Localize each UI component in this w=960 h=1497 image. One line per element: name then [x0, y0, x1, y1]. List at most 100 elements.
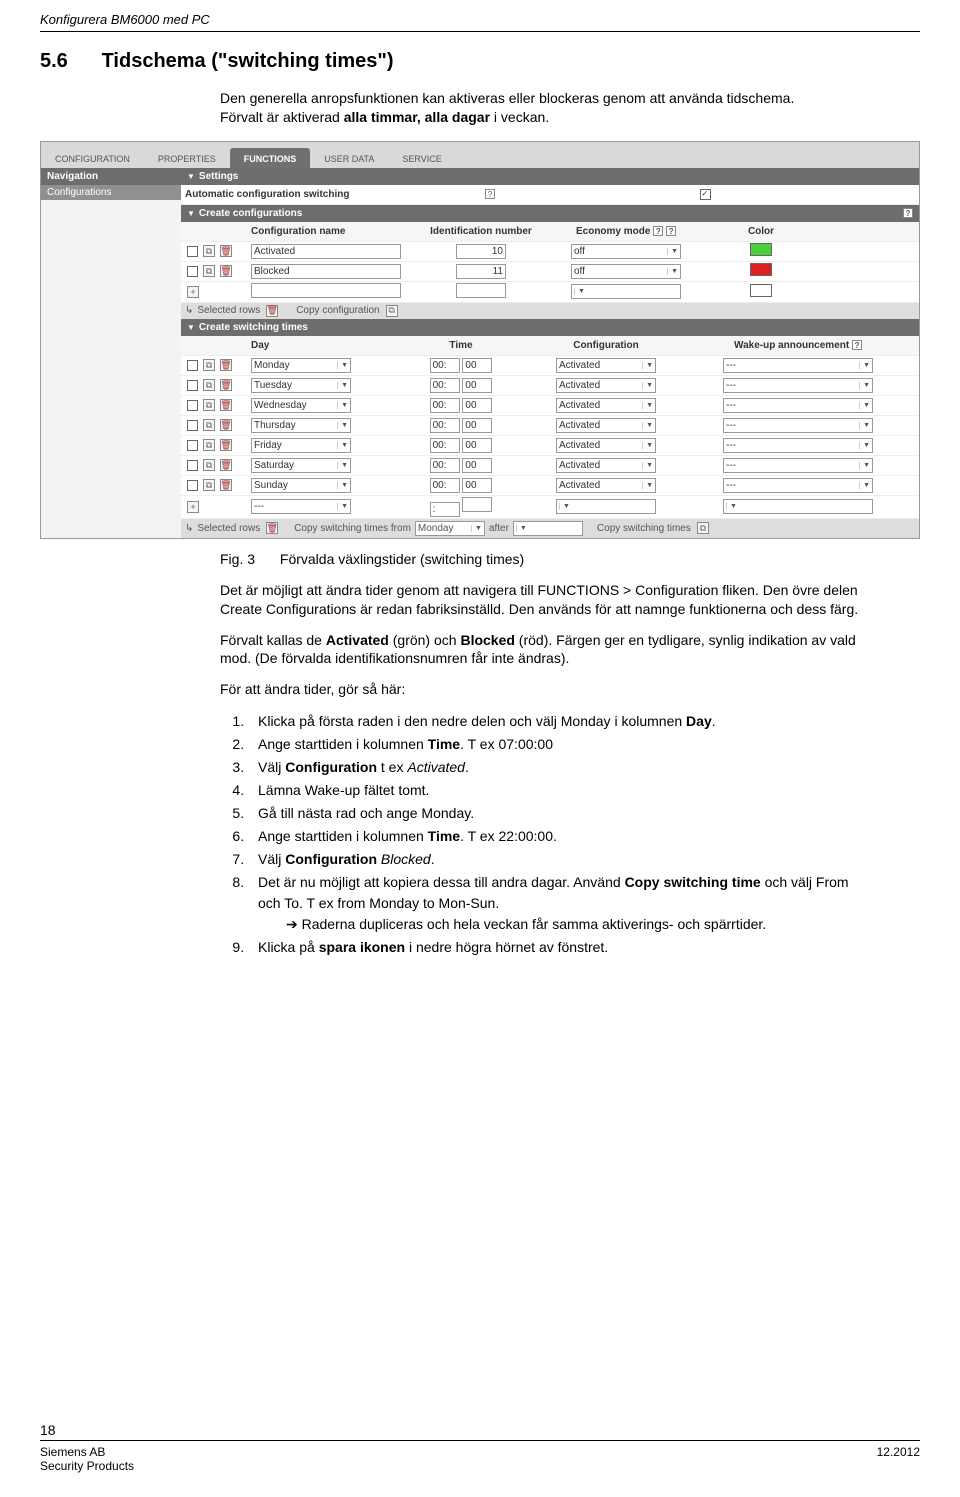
config-name-input[interactable]: Activated [251, 244, 401, 259]
trash-icon[interactable]: 🗑 [220, 399, 232, 411]
minute-input[interactable]: 00 [462, 418, 492, 433]
trash-icon[interactable]: 🗑 [220, 265, 232, 277]
settings-header[interactable]: Settings [181, 168, 919, 185]
copy-icon[interactable]: ⧉ [697, 522, 709, 534]
copy-icon[interactable]: ⧉ [203, 379, 215, 391]
row-checkbox[interactable] [187, 400, 198, 411]
trash-icon[interactable]: 🗑 [220, 459, 232, 471]
copy-icon[interactable]: ⧉ [203, 265, 215, 277]
row-checkbox[interactable] [187, 246, 198, 257]
economy-select[interactable]: off [571, 264, 681, 279]
wakeup-select[interactable] [723, 499, 873, 514]
minute-input[interactable]: 00 [462, 478, 492, 493]
copy-icon[interactable]: ⧉ [203, 459, 215, 471]
help-icon[interactable]: ? [903, 208, 913, 218]
color-swatch[interactable] [750, 263, 772, 276]
ident-input[interactable]: 11 [456, 264, 506, 279]
color-swatch[interactable] [750, 243, 772, 256]
tab-service[interactable]: SERVICE [388, 148, 455, 168]
copy-icon[interactable]: ⧉ [386, 305, 398, 317]
create-configs-header[interactable]: Create configurations ? [181, 205, 919, 222]
copy-icon[interactable]: ⧉ [203, 399, 215, 411]
help-icon[interactable]: ? [653, 226, 663, 236]
row-checkbox[interactable] [187, 380, 198, 391]
trash-icon[interactable]: 🗑 [266, 305, 278, 317]
trash-icon[interactable]: 🗑 [220, 379, 232, 391]
hour-input[interactable]: 00: [430, 398, 460, 413]
wakeup-select[interactable]: --- [723, 398, 873, 413]
minute-input[interactable]: 00 [462, 438, 492, 453]
day-select[interactable]: Friday [251, 438, 351, 453]
day-select[interactable]: Tuesday [251, 378, 351, 393]
minute-input[interactable]: 00 [462, 398, 492, 413]
color-swatch[interactable] [750, 284, 772, 297]
wakeup-select[interactable]: --- [723, 458, 873, 473]
row-checkbox[interactable] [187, 440, 198, 451]
sidebar-item[interactable]: Configurations [41, 185, 181, 200]
tab-functions[interactable]: FUNCTIONS [230, 148, 311, 168]
day-select[interactable]: Saturday [251, 458, 351, 473]
config-select[interactable]: Activated [556, 418, 656, 433]
wakeup-select[interactable]: --- [723, 378, 873, 393]
day-select[interactable]: --- [251, 499, 351, 514]
copy-icon[interactable]: ⧉ [203, 439, 215, 451]
hour-input[interactable]: : [430, 502, 460, 517]
hour-input[interactable]: 00: [430, 378, 460, 393]
copy-icon[interactable]: ⧉ [203, 419, 215, 431]
config-select[interactable]: Activated [556, 398, 656, 413]
help-icon[interactable]: ? [666, 226, 676, 236]
row-checkbox[interactable] [187, 460, 198, 471]
hour-input[interactable]: 00: [430, 458, 460, 473]
config-name-input[interactable]: Blocked [251, 264, 401, 279]
tab-properties[interactable]: PROPERTIES [144, 148, 230, 168]
trash-icon[interactable]: 🗑 [220, 479, 232, 491]
trash-icon[interactable]: 🗑 [220, 419, 232, 431]
help-icon[interactable]: ? [852, 340, 862, 350]
config-select[interactable]: Activated [556, 358, 656, 373]
trash-icon[interactable]: 🗑 [220, 439, 232, 451]
switching-header[interactable]: Create switching times [181, 319, 919, 336]
wakeup-select[interactable]: --- [723, 358, 873, 373]
row-checkbox[interactable] [187, 266, 198, 277]
config-select[interactable]: Activated [556, 378, 656, 393]
minute-input[interactable] [462, 497, 492, 512]
ident-input[interactable] [456, 283, 506, 298]
day-select[interactable]: Sunday [251, 478, 351, 493]
day-select[interactable]: Wednesday [251, 398, 351, 413]
wakeup-select[interactable]: --- [723, 418, 873, 433]
tab-user-data[interactable]: USER DATA [310, 148, 388, 168]
copy-from-select[interactable]: Monday [415, 521, 485, 536]
row-checkbox[interactable] [187, 360, 198, 371]
tab-configuration[interactable]: CONFIGURATION [41, 148, 144, 168]
config-select[interactable]: Activated [556, 478, 656, 493]
wakeup-select[interactable]: --- [723, 438, 873, 453]
copy-icon[interactable]: ⧉ [203, 245, 215, 257]
copy-icon[interactable]: ⧉ [203, 479, 215, 491]
trash-icon[interactable]: 🗑 [266, 522, 278, 534]
trash-icon[interactable]: 🗑 [220, 245, 232, 257]
help-icon[interactable]: ? [485, 189, 495, 199]
config-select[interactable]: Activated [556, 458, 656, 473]
minute-input[interactable]: 00 [462, 378, 492, 393]
row-checkbox[interactable] [187, 480, 198, 491]
row-checkbox[interactable] [187, 420, 198, 431]
config-select[interactable] [556, 499, 656, 514]
economy-select[interactable]: off [571, 244, 681, 259]
hour-input[interactable]: 00: [430, 438, 460, 453]
day-select[interactable]: Monday [251, 358, 351, 373]
wakeup-select[interactable]: --- [723, 478, 873, 493]
economy-select[interactable] [571, 284, 681, 299]
hour-input[interactable]: 00: [430, 358, 460, 373]
add-icon[interactable]: + [187, 286, 199, 298]
copy-after-select[interactable] [513, 521, 583, 536]
minute-input[interactable]: 00 [462, 358, 492, 373]
auto-switch-checkbox[interactable] [700, 189, 711, 200]
trash-icon[interactable]: 🗑 [220, 359, 232, 371]
day-select[interactable]: Thursday [251, 418, 351, 433]
add-icon[interactable]: + [187, 501, 199, 513]
minute-input[interactable]: 00 [462, 458, 492, 473]
hour-input[interactable]: 00: [430, 418, 460, 433]
config-name-input[interactable] [251, 283, 401, 298]
ident-input[interactable]: 10 [456, 244, 506, 259]
config-select[interactable]: Activated [556, 438, 656, 453]
